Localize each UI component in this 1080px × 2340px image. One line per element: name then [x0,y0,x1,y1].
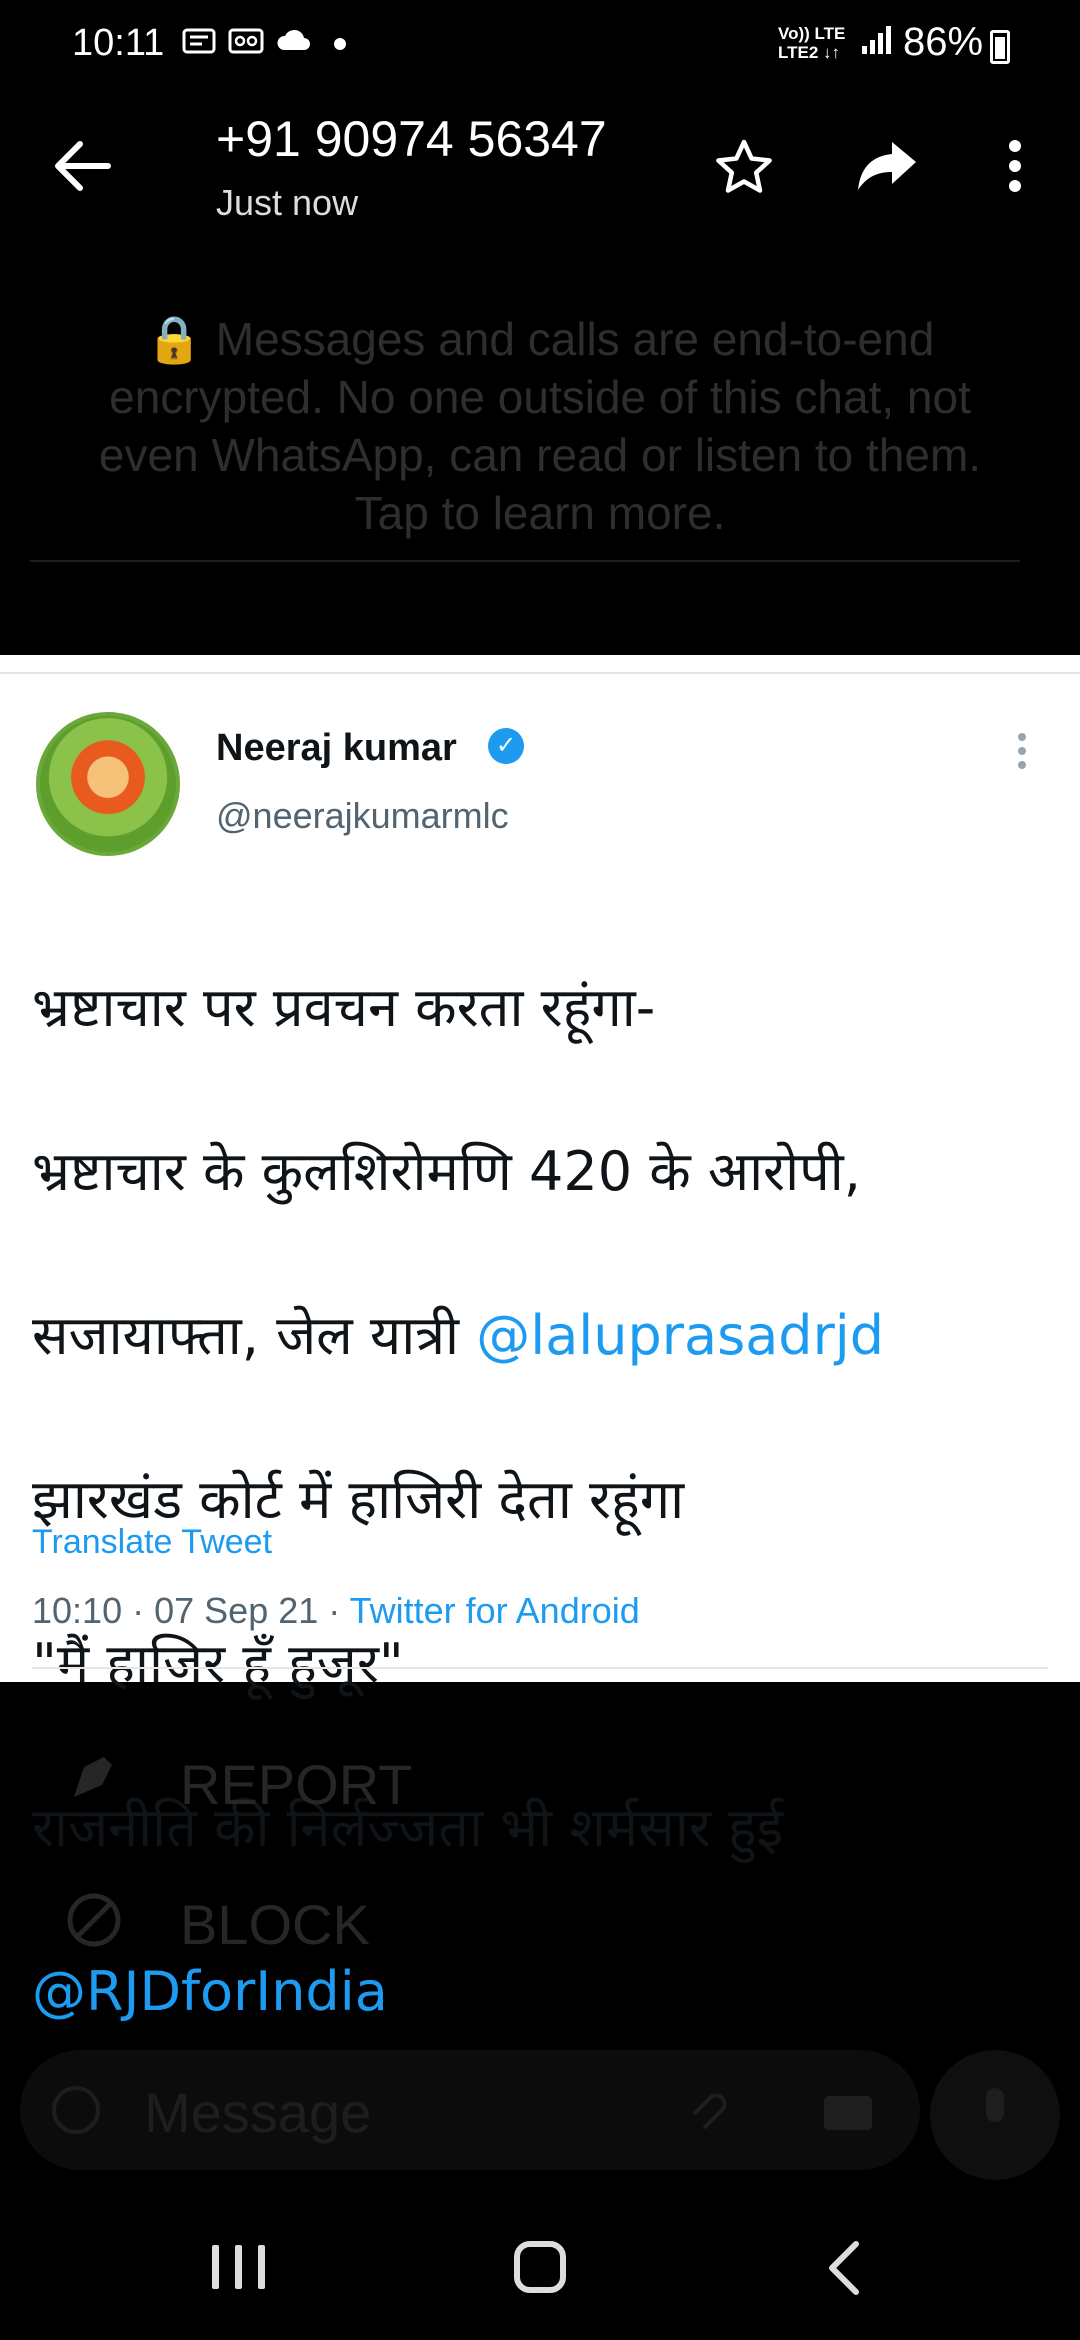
tweet-more-icon[interactable] [1018,733,1026,773]
tweet-date: 07 Sep 21 [154,1590,319,1631]
camera-icon [820,2084,876,2141]
back-nav-icon[interactable] [826,2240,862,2301]
report-icon [64,1747,124,1812]
signal-icon [860,22,896,65]
tweet-line-text: सजायाफ्ता, जेल यात्री [32,1304,477,1367]
verified-badge-icon: ✓ [488,728,524,764]
block-icon [64,1890,124,1955]
mic-icon [976,2084,1014,2151]
block-label: BLOCK [180,1893,370,1956]
star-icon[interactable] [714,138,774,201]
mention-link[interactable]: @laluprasadrjd [476,1304,884,1367]
network-bottom-label: LTE2 ↓↑ [778,43,841,62]
encryption-notice: 🔒 Messages and calls are end-to-end encr… [98,313,982,539]
contact-subtitle: Just now [216,182,359,223]
translate-tweet-link[interactable]: Translate Tweet [32,1523,272,1562]
emoji-icon [50,2084,102,2141]
tweet-line: भ्रष्टाचार पर प्रवचन करता रहूंगा- [32,976,656,1039]
contact-title[interactable]: +91 90974 56347 [216,110,607,168]
recent-apps-icon[interactable] [212,2245,266,2289]
report-label: REPORT [180,1753,413,1816]
status-time: 10:11 [72,22,165,64]
notification-icon [182,26,216,64]
divider [30,560,1020,562]
separator: · [132,1590,155,1631]
separator: · [328,1590,350,1631]
battery-icon [990,30,1010,64]
tweet-card[interactable]: Neeraj kumar ✓ @neerajkumarmlc भ्रष्टाचा… [0,655,1080,2023]
mic-button [930,2050,1060,2180]
back-arrow-icon[interactable] [52,140,112,197]
network-top-label: Vo)) LTE [778,24,846,43]
voicemail-icon [228,26,264,64]
tweet-line: सजायाफ्ता, जेल यात्री @laluprasadrjd [32,1295,1052,1377]
divider [0,672,1080,674]
tweet-source-link[interactable]: Twitter for Android [350,1590,640,1631]
author-handle[interactable]: @neerajkumarmlc [216,795,509,837]
network-indicator: Vo)) LTE LTE2 ↓↑ [778,24,845,62]
tweet-meta: 10:10 · 07 Sep 21 · Twitter for Android [32,1590,640,1632]
author-name[interactable]: Neeraj kumar [216,727,457,770]
message-input: Message [20,2050,920,2170]
dot-icon [333,28,347,66]
tweet-time: 10:10 [32,1590,123,1631]
forward-icon[interactable] [856,140,918,197]
avatar[interactable] [36,712,180,856]
message-placeholder: Message [144,2081,372,2144]
divider [32,1667,1048,1669]
home-icon[interactable] [514,2241,566,2293]
status-bar: 10:11 Vo)) LTE LTE2 ↓↑ 86% [0,0,1080,90]
attach-icon [680,2084,732,2141]
battery-percent: 86% [903,20,984,64]
overflow-menu-icon[interactable] [1008,140,1022,197]
tweet-line: भ्रष्टाचार के कुलशिरोमणि 420 के आरोपी, [32,1140,861,1203]
cloud-icon [275,26,313,62]
